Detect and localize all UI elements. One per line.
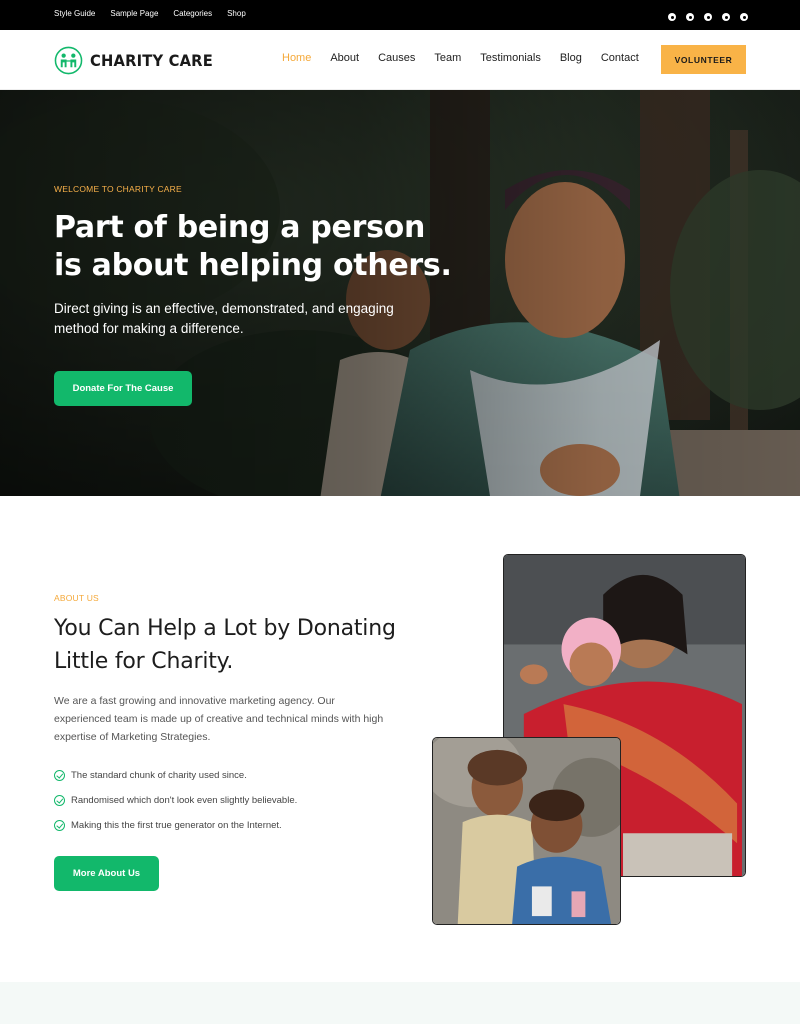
top-link-categories[interactable]: Categories — [173, 9, 212, 18]
top-links: Style Guide Sample Page Categories Shop — [54, 9, 246, 18]
hero-subtitle: Direct giving is an effective, demonstra… — [54, 301, 394, 336]
top-link-sample-page[interactable]: Sample Page — [110, 9, 158, 18]
list-item-text: The standard chunk of charity used since… — [71, 770, 247, 781]
list-item: Randomised which don't look even slightl… — [54, 788, 297, 813]
hero-eyebrow: WELCOME TO CHARITY CARE — [54, 184, 182, 194]
check-circle-icon — [54, 770, 65, 781]
nav-about[interactable]: About — [330, 52, 359, 64]
check-circle-icon — [54, 820, 65, 831]
donate-button[interactable]: Donate For The Cause — [54, 371, 192, 406]
check-circle-icon — [54, 795, 65, 806]
nav-home[interactable]: Home — [282, 52, 311, 64]
list-item-text: Making this the first true generator on … — [71, 820, 282, 831]
list-item-text: Randomised which don't look even slightl… — [71, 795, 298, 806]
top-link-shop[interactable]: Shop — [227, 9, 246, 18]
top-bar: Style Guide Sample Page Categories Shop — [0, 0, 800, 30]
site-header: CHARITY CARE Home About Causes Team Test… — [0, 30, 800, 90]
facebook-icon[interactable] — [668, 13, 676, 21]
twitter-icon[interactable] — [686, 13, 694, 21]
list-item: The standard chunk of charity used since… — [54, 763, 297, 788]
volunteer-button[interactable]: VOLUNTEER — [661, 45, 746, 74]
about-eyebrow: ABOUT US — [54, 593, 99, 603]
nav-blog[interactable]: Blog — [560, 52, 582, 64]
social-links — [668, 13, 748, 21]
hero-title: Part of being a person is about helping … — [54, 210, 452, 283]
top-link-style-guide[interactable]: Style Guide — [54, 9, 95, 18]
nav-causes[interactable]: Causes — [378, 52, 415, 64]
hero-overlay — [0, 90, 800, 496]
main-nav: Home About Causes Team Testimonials Blog… — [282, 52, 639, 64]
list-item: Making this the first true generator on … — [54, 813, 297, 838]
more-about-button[interactable]: More About Us — [54, 856, 159, 891]
next-section-band — [0, 982, 800, 1024]
feature-list: The standard chunk of charity used since… — [54, 763, 297, 838]
nav-testimonials[interactable]: Testimonials — [480, 52, 541, 64]
people-logo-icon — [54, 46, 83, 75]
instagram-icon[interactable] — [704, 13, 712, 21]
pinterest-icon[interactable] — [740, 13, 748, 21]
about-body: We are a fast growing and innovative mar… — [54, 695, 384, 743]
logo-text: CHARITY CARE — [90, 51, 213, 70]
about-photo-children — [432, 737, 621, 925]
about-title: You Can Help a Lot by Donating Little fo… — [54, 616, 396, 674]
hero-section: WELCOME TO CHARITY CARE Part of being a … — [0, 90, 800, 496]
dribbble-icon[interactable] — [722, 13, 730, 21]
nav-contact[interactable]: Contact — [601, 52, 639, 64]
site-logo[interactable]: CHARITY CARE — [54, 46, 224, 75]
nav-team[interactable]: Team — [434, 52, 461, 64]
